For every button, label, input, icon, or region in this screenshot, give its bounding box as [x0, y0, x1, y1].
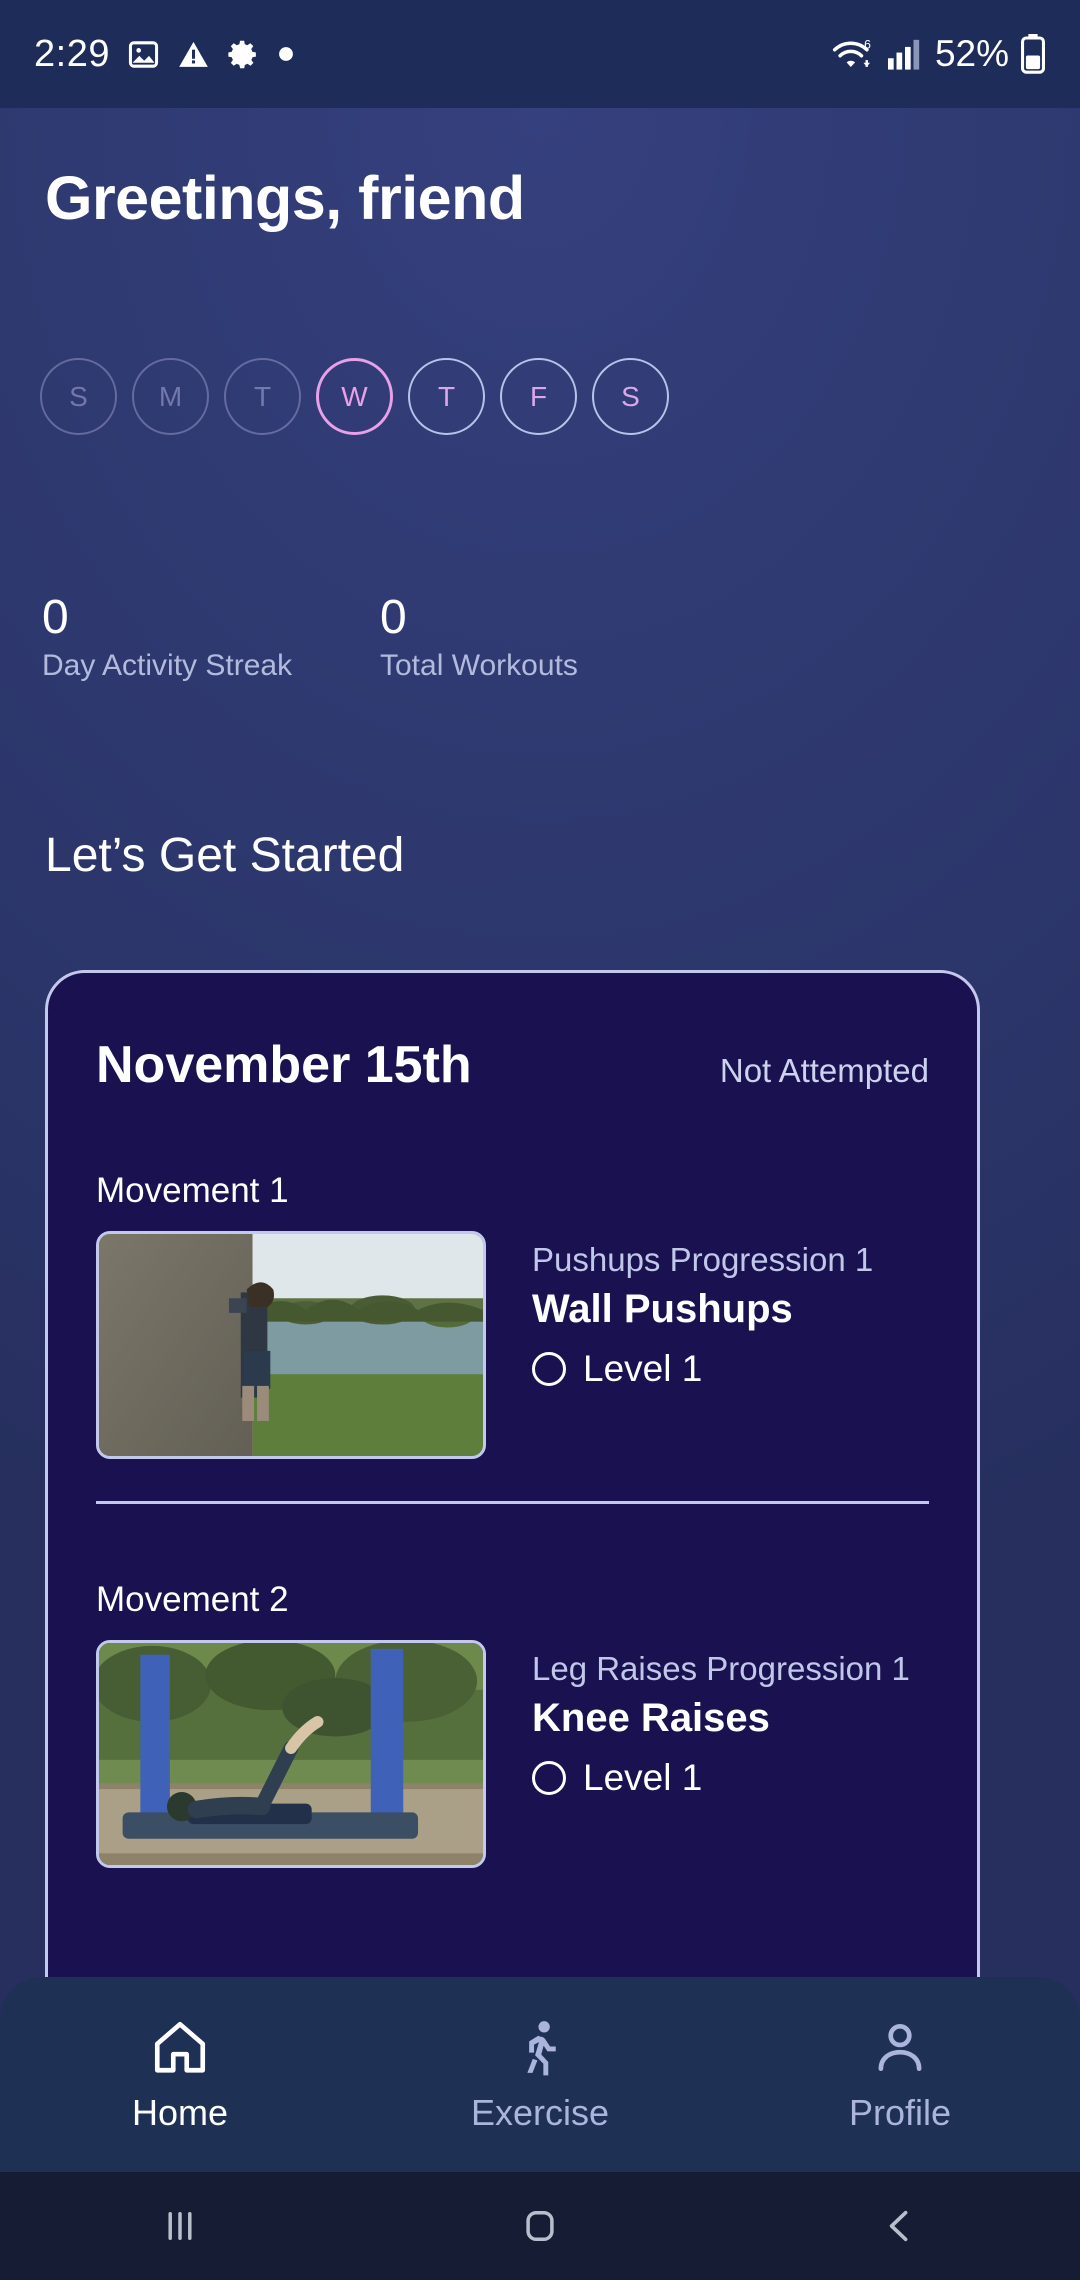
movement-level-label: Level 1	[583, 1757, 703, 1798]
home-button[interactable]	[360, 2205, 720, 2247]
section-title: Let’s Get Started	[45, 829, 405, 882]
movement-progression: Pushups Progression 1	[532, 1241, 874, 1278]
stats-row: 0 Day Activity Streak 0 Total Workouts	[42, 591, 718, 683]
week-day-wednesday-today[interactable]: W	[316, 358, 393, 435]
nav-item-home[interactable]: Home	[0, 2016, 360, 2134]
movement-level-row[interactable]: Level 1	[532, 1757, 910, 1799]
back-button[interactable]	[720, 2205, 1080, 2247]
status-bar-left: 2:29	[34, 33, 295, 76]
stat-day-activity-streak: 0 Day Activity Streak	[42, 591, 380, 683]
movement-2-row[interactable]: Leg Raises Progression 1 Knee Raises Lev…	[48, 1620, 977, 1868]
warning-icon	[177, 38, 210, 71]
week-day-sunday[interactable]: S	[40, 358, 117, 435]
dot-icon	[277, 45, 295, 63]
stat-value: 0	[42, 591, 69, 644]
week-day-label: F	[529, 380, 548, 412]
week-day-label: W	[341, 380, 368, 412]
battery-percent-label: 52%	[934, 33, 1009, 74]
nav-item-label: Exercise	[470, 2091, 610, 2133]
knee-raises-video-thumbnail[interactable]	[96, 1640, 486, 1868]
movement-progression: Leg Raises Progression 1	[532, 1650, 910, 1687]
back-chevron-icon	[879, 2205, 921, 2247]
movement-level-row[interactable]: Level 1	[532, 1348, 873, 1390]
week-day-tuesday[interactable]: T	[224, 358, 301, 435]
movement-2-label: Movement 2	[96, 1580, 289, 1619]
svg-text:6: 6	[864, 38, 871, 52]
stat-total-workouts: 0 Total Workouts	[380, 591, 718, 683]
bottom-navigation-bar: Home Exercise Profile	[0, 1977, 1080, 2172]
page-title: Greetings, friend	[45, 164, 525, 232]
status-bar: 2:29 6 52%	[0, 0, 1080, 108]
nav-item-label: Profile	[848, 2091, 952, 2133]
movement-1-row[interactable]: Pushups Progression 1 Wall Pushups Level…	[48, 1211, 977, 1459]
home-icon	[149, 2016, 211, 2078]
stat-label: Total Workouts	[380, 649, 578, 683]
movement-1-info: Pushups Progression 1 Wall Pushups Level…	[532, 1231, 873, 1459]
week-day-label: S	[621, 380, 640, 412]
movement-level-label: Level 1	[583, 1348, 703, 1389]
level-radio-icon[interactable]	[532, 1761, 566, 1795]
week-day-monday[interactable]: M	[132, 358, 209, 435]
week-day-thursday[interactable]: T	[408, 358, 485, 435]
person-icon	[869, 2016, 931, 2078]
week-day-label: T	[437, 380, 456, 412]
status-bar-clock: 2:29	[34, 32, 110, 75]
movement-name: Wall Pushups	[532, 1287, 793, 1331]
home-square-icon	[519, 2205, 561, 2247]
workout-date: November 15th	[96, 1036, 472, 1094]
signal-icon	[886, 37, 924, 71]
level-radio-icon[interactable]	[532, 1352, 566, 1386]
gear-icon	[227, 38, 260, 71]
stat-label: Day Activity Streak	[42, 649, 293, 683]
battery-icon	[1020, 34, 1046, 74]
recents-button[interactable]	[0, 2205, 360, 2247]
movement-1-label: Movement 1	[96, 1171, 289, 1210]
image-icon	[127, 38, 160, 71]
week-day-saturday[interactable]: S	[592, 358, 669, 435]
recents-icon	[159, 2205, 201, 2247]
workout-card[interactable]: November 15th Not Attempted Movement 1 P…	[45, 970, 980, 2080]
week-day-selector: S M T W T F S	[40, 358, 669, 435]
status-bar-right: 6 52%	[829, 33, 1046, 75]
wall-pushups-video-thumbnail[interactable]	[96, 1231, 486, 1459]
week-day-label: M	[158, 380, 183, 412]
week-day-label: T	[253, 380, 272, 412]
nav-item-exercise[interactable]: Exercise	[360, 2016, 720, 2134]
status-badge: Not Attempted	[719, 1052, 929, 1089]
movement-2-info: Leg Raises Progression 1 Knee Raises Lev…	[532, 1640, 910, 1868]
wifi-icon: 6	[829, 36, 875, 72]
week-day-friday[interactable]: F	[500, 358, 577, 435]
movement-name: Knee Raises	[532, 1696, 770, 1740]
home-page: Greetings, friend S M T W T F S 0 Day Ac…	[0, 108, 1080, 2280]
app-screen: 2:29 6 52% Greetings, friend S M T W T F…	[0, 0, 1080, 2280]
system-navigation-bar	[0, 2172, 1080, 2280]
running-person-icon	[509, 2016, 571, 2078]
nav-item-label: Home	[131, 2091, 229, 2133]
stat-value: 0	[380, 591, 407, 644]
workout-card-header: November 15th Not Attempted	[48, 973, 977, 1095]
week-day-label: S	[69, 380, 88, 412]
nav-item-profile[interactable]: Profile	[720, 2016, 1080, 2134]
